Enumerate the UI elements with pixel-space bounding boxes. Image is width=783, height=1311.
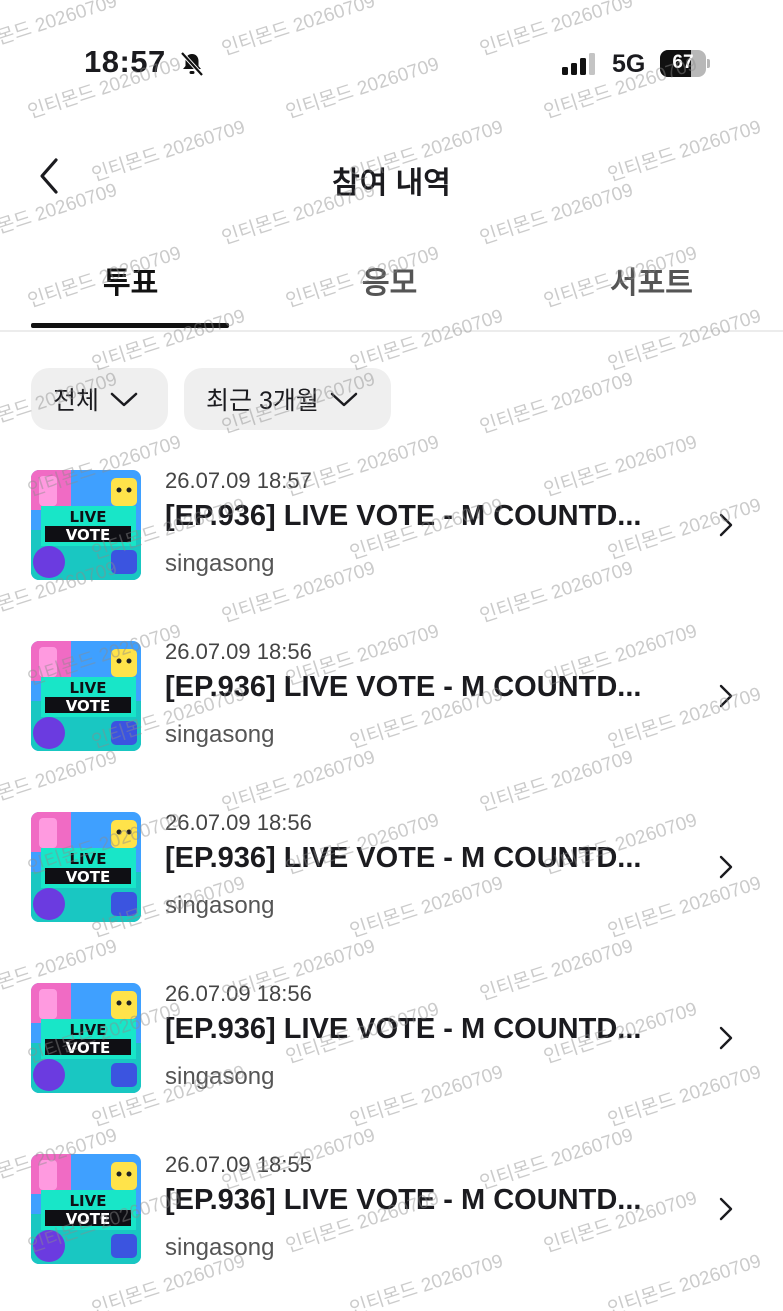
item-title: [EP.936] LIVE VOTE - M COUNTD... [165,1013,642,1045]
list-item[interactable]: LIVE VOTE 26.07.09 18:56 [EP.936] LIVE V… [0,975,783,1125]
chevron-right-icon [719,1026,733,1050]
item-title: [EP.936] LIVE VOTE - M COUNTD... [165,842,642,874]
thumbnail-label-vote: VOTE [65,526,111,544]
thumbnail-label-live: LIVE [69,508,107,526]
item-date: 26.07.09 18:56 [165,639,312,664]
item-title: [EP.936] LIVE VOTE - M COUNTD... [165,1184,642,1216]
thumbnail-label-vote: VOTE [65,1210,111,1228]
item-date: 26.07.09 18:56 [165,810,312,835]
item-date: 26.07.09 18:55 [165,1152,312,1177]
list-item[interactable]: LIVE VOTE 26.07.09 18:55 [EP.936] LIVE V… [0,1146,783,1296]
status-time: 18:57 [84,44,166,79]
item-artist: singasong [165,721,275,748]
thumbnail-label-live: LIVE [69,1192,107,1210]
thumbnail-label-vote: VOTE [65,868,111,886]
status-bar: 18:57 5G 67 [0,0,783,130]
period-filter-label: 최근 3개월 [206,387,319,415]
thumbnail-label-live: LIVE [69,1021,107,1039]
list-item[interactable]: LIVE VOTE 26.07.09 18:57 [EP.936] LIVE V… [0,462,783,612]
item-date: 26.07.09 18:57 [165,468,312,493]
battery-percent: 67 [672,52,694,73]
thumbnail-label-vote: VOTE [65,697,111,715]
period-filter-dropdown[interactable]: 최근 3개월 [184,368,391,430]
item-title: [EP.936] LIVE VOTE - M COUNTD... [165,500,642,532]
event-thumbnail: LIVE VOTE [31,983,141,1093]
chevron-right-icon [719,684,733,708]
item-artist: singasong [165,892,275,919]
thumbnail-label-vote: VOTE [65,1039,111,1057]
item-artist: singasong [165,1063,275,1090]
thumbnail-label-live: LIVE [69,679,107,697]
cellular-signal-icon [562,53,595,75]
chevron-down-icon [330,392,358,407]
list-item[interactable]: LIVE VOTE 26.07.09 18:56 [EP.936] LIVE V… [0,633,783,783]
page-title: 참여 내역 [332,167,451,200]
active-tab-indicator [31,323,229,328]
event-thumbnail: LIVE VOTE [31,470,141,580]
item-artist: singasong [165,1234,275,1261]
nav-header: 참여 내역 [0,140,783,216]
chevron-right-icon [719,1197,733,1221]
chevron-down-icon [110,392,138,407]
item-date: 26.07.09 18:56 [165,981,312,1006]
thumbnail-label-live: LIVE [69,850,107,868]
chevron-right-icon [719,513,733,537]
event-thumbnail: LIVE VOTE [31,812,141,922]
category-filter-dropdown[interactable]: 전체 [31,368,168,430]
event-thumbnail: LIVE VOTE [31,641,141,751]
network-type: 5G [612,50,646,78]
tab-support[interactable]: 서포트 [610,258,693,302]
event-thumbnail: LIVE VOTE [31,1154,141,1264]
watermark-text: 인티몬드 20260709 [477,368,636,439]
tab-vote[interactable]: 투표 [103,258,158,302]
tab-entry[interactable]: 응모 [362,258,417,302]
tab-bar: 투표 응모 서포트 [0,248,783,332]
list-item[interactable]: LIVE VOTE 26.07.09 18:56 [EP.936] LIVE V… [0,804,783,954]
chevron-right-icon [719,855,733,879]
item-title: [EP.936] LIVE VOTE - M COUNTD... [165,671,642,703]
battery-icon: 67 [660,50,710,77]
bell-muted-icon [180,51,204,77]
item-artist: singasong [165,550,275,577]
category-filter-label: 전체 [53,387,100,415]
